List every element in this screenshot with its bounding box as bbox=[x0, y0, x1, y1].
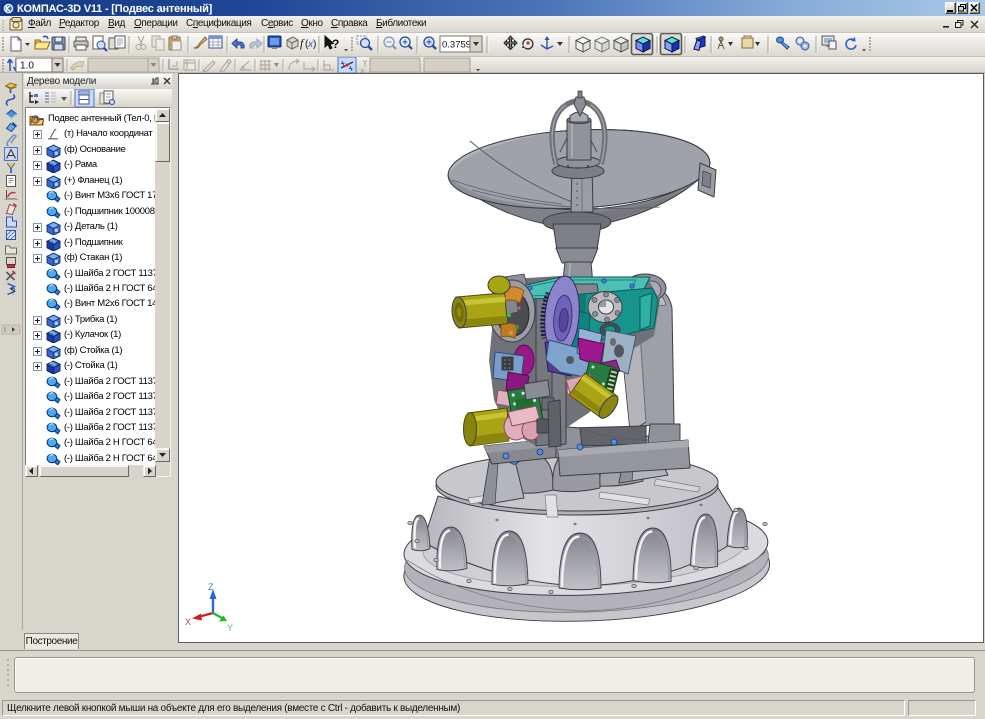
svg-text:1.0: 1.0 bbox=[20, 61, 34, 72]
svg-text:?: ? bbox=[11, 287, 16, 297]
svg-text:?: ? bbox=[332, 37, 339, 51]
svg-text:0.3759: 0.3759 bbox=[442, 40, 471, 51]
svg-text:): ) bbox=[313, 39, 316, 50]
